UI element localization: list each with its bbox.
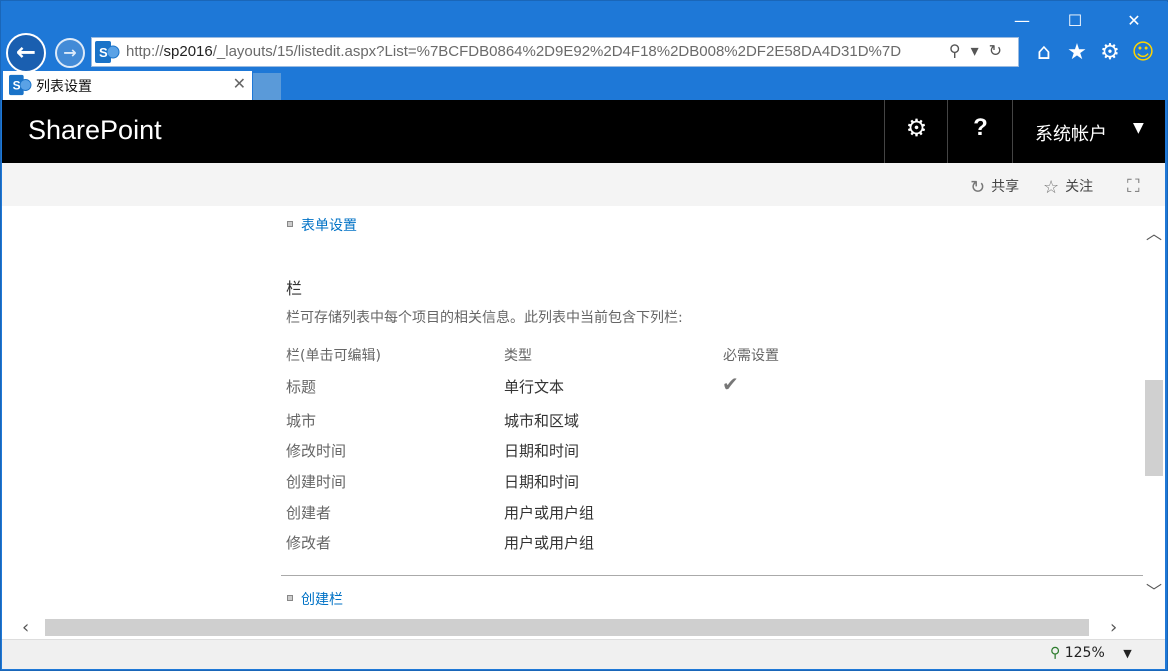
caret-down-icon: ▼ (1133, 120, 1144, 136)
share-button[interactable]: ↻ 共享 (970, 176, 1019, 198)
sharepoint-tab-icon: S (9, 74, 32, 96)
arrow-left-icon: ← (15, 38, 37, 66)
column-type: 日期和时间 (504, 473, 580, 491)
column-name-link[interactable]: 城市 (286, 410, 316, 431)
columns-heading: 栏 (286, 279, 303, 298)
column-name-link[interactable]: 标题 (286, 376, 316, 397)
url-host: sp2016 (163, 43, 213, 60)
create-column-link[interactable]: 创建栏 (301, 589, 343, 609)
column-name-link[interactable]: 创建时间 (286, 471, 346, 492)
tools-gear-icon[interactable]: ⚙ (1095, 40, 1125, 65)
zoom-level: 125% (1064, 645, 1105, 661)
arrow-right-icon: → (63, 43, 77, 62)
column-header-required: 必需设置 (723, 348, 779, 364)
svg-text:S: S (13, 79, 21, 93)
address-bar[interactable]: S http://sp2016/_layouts/15/listedit.asp… (91, 37, 1019, 67)
new-tab-button[interactable] (253, 73, 281, 100)
divider (281, 575, 1143, 576)
maximize-button[interactable]: ☐ (1060, 10, 1090, 32)
column-header-type: 类型 (504, 348, 532, 364)
vertical-scrollbar[interactable]: ︿ ﹀ (1143, 206, 1165, 616)
tab-bar: S 列表设置 ✕ (2, 71, 1168, 100)
dropdown-arrow-icon[interactable]: ▾ (971, 41, 989, 60)
url-path: /_layouts/15/listedit.aspx?List=%7BCFDB0… (212, 43, 902, 60)
close-window-button[interactable]: ✕ (1119, 10, 1149, 32)
tab-title: 列表设置 (36, 79, 92, 95)
focus-content-button[interactable]: ⛶ (1127, 176, 1140, 197)
form-settings-link[interactable]: 表单设置 (301, 215, 357, 235)
column-header-name: 栏(单击可编辑) (286, 348, 381, 364)
follow-label: 关注 (1065, 179, 1094, 195)
scroll-right-icon[interactable]: › (1110, 617, 1117, 638)
star-outline-icon: ☆ (1043, 177, 1060, 198)
smiley-feedback-icon[interactable]: ☺ (1128, 40, 1158, 65)
favorites-star-icon[interactable]: ★ (1062, 40, 1092, 65)
column-name-link[interactable]: 修改时间 (286, 440, 346, 461)
checkmark-icon: ✔ (722, 372, 739, 396)
vertical-scroll-thumb[interactable] (1145, 380, 1163, 476)
search-icon[interactable]: ⚲ (949, 41, 971, 60)
column-type: 日期和时间 (504, 442, 580, 460)
columns-description: 栏可存储列表中每个项目的相关信息。此列表中当前包含下列栏: (286, 310, 683, 326)
scroll-down-icon[interactable]: ﹀ (1146, 578, 1162, 602)
settings-button[interactable]: ⚙ (884, 100, 947, 163)
minimize-button[interactable]: — (1007, 10, 1037, 32)
scroll-left-icon[interactable]: ‹ (22, 617, 29, 638)
url-prefix: http:// (126, 43, 164, 60)
address-tools: ⚲▾↻ (949, 41, 1012, 60)
close-tab-icon[interactable]: ✕ (233, 74, 246, 93)
zoom-control[interactable]: ⚲ 125% ▼ (1050, 645, 1132, 661)
column-type: 用户或用户组 (504, 534, 595, 552)
share-icon: ↻ (970, 177, 986, 198)
sharepoint-brand[interactable]: SharePoint (28, 115, 162, 146)
user-name: 系统帐户 (1035, 124, 1107, 145)
forward-button[interactable]: → (55, 38, 85, 68)
ribbon-bar: ↻ 共享 ☆ 关注 ⛶ (2, 163, 1165, 206)
gear-icon: ⚙ (905, 114, 928, 142)
tab-list-settings[interactable]: S 列表设置 ✕ (3, 71, 252, 100)
home-icon[interactable]: ⌂ (1029, 40, 1059, 65)
column-name-link[interactable]: 创建者 (286, 502, 331, 523)
column-type: 用户或用户组 (504, 504, 595, 522)
scroll-up-icon[interactable]: ︿ (1146, 220, 1162, 244)
zoom-icon: ⚲ (1050, 645, 1061, 661)
refresh-icon[interactable]: ↻ (989, 41, 1012, 60)
user-menu[interactable]: 系统帐户 ▼ (1012, 100, 1165, 163)
column-type: 城市和区域 (504, 412, 580, 430)
suite-bar: SharePoint ⚙ ? 系统帐户 ▼ (2, 100, 1165, 163)
status-bar: ⚲ 125% ▼ (2, 639, 1165, 669)
horizontal-scroll-thumb[interactable] (45, 619, 1089, 636)
sharepoint-site-icon: S (95, 41, 120, 63)
fullscreen-icon: ⛶ (1127, 176, 1140, 197)
bullet-icon (287, 221, 293, 227)
browser-window: — ☐ ✕ ← → S http://sp2016/_layouts/15/li… (0, 0, 1168, 671)
back-button[interactable]: ← (6, 33, 46, 73)
column-type: 单行文本 (504, 378, 565, 396)
main-content: 表单设置 栏 栏可存储列表中每个项目的相关信息。此列表中当前包含下列栏: 栏(单… (2, 206, 1143, 616)
bullet-icon (287, 595, 293, 601)
help-icon: ? (973, 114, 988, 141)
help-button[interactable]: ? (947, 100, 1012, 163)
caret-down-icon: ▼ (1123, 647, 1132, 660)
horizontal-scrollbar[interactable]: ‹ › (2, 616, 1165, 639)
url-text[interactable]: http://sp2016/_layouts/15/listedit.aspx?… (126, 43, 940, 60)
follow-button[interactable]: ☆ 关注 (1043, 176, 1093, 198)
svg-text:S: S (99, 45, 108, 60)
column-name-link[interactable]: 修改者 (286, 532, 331, 553)
share-label: 共享 (991, 179, 1020, 195)
